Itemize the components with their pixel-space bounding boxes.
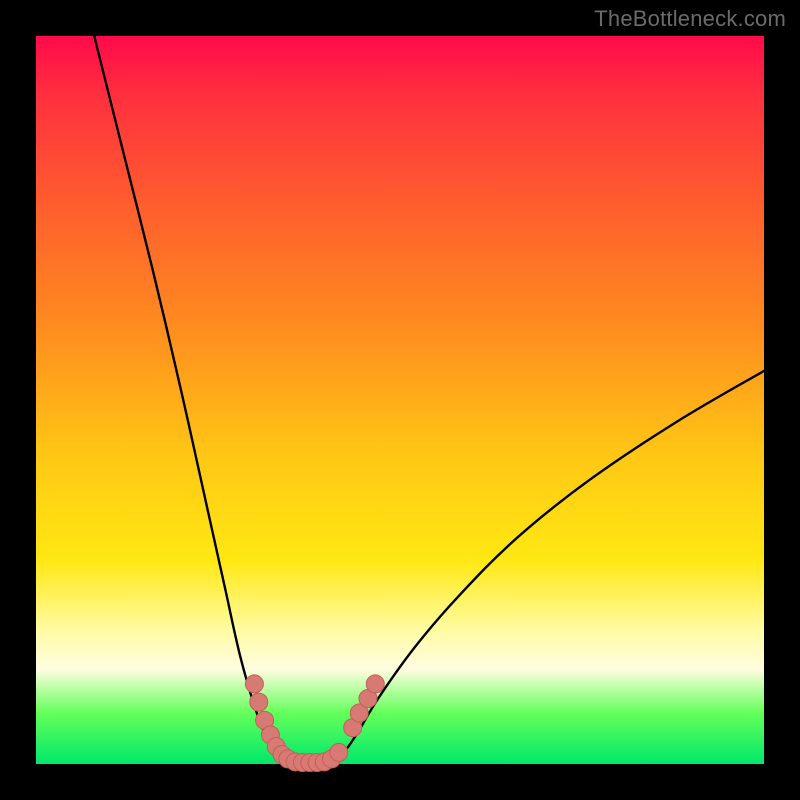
valley-marker: [366, 675, 384, 693]
valley-marker: [250, 693, 268, 711]
watermark-label: TheBottleneck.com: [594, 6, 786, 32]
series-right-branch: [334, 371, 764, 763]
chart-frame: TheBottleneck.com: [0, 0, 800, 800]
series-layer: [94, 36, 764, 764]
plot-area: [36, 36, 764, 764]
valley-marker: [330, 743, 348, 761]
valley-marker: [245, 675, 263, 693]
series-left-branch: [94, 36, 289, 763]
chart-svg: [36, 36, 764, 764]
